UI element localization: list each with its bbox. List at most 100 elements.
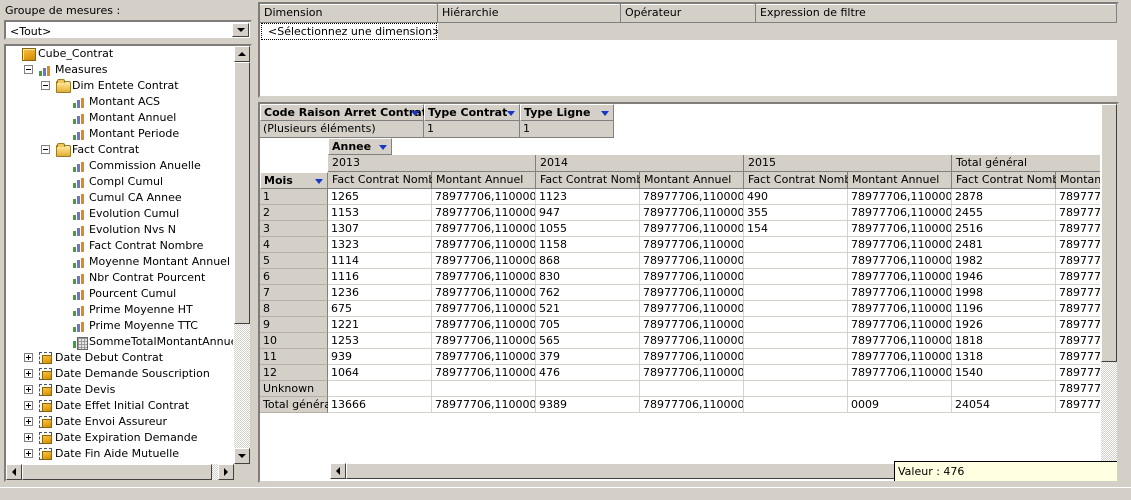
data-cell[interactable]: 78977706,1100	[1056, 365, 1100, 381]
data-cell[interactable]: 2481	[952, 237, 1056, 253]
data-cell[interactable]: 1153	[328, 205, 432, 221]
data-cell[interactable]: 78977706,1100009	[432, 397, 536, 413]
filter-column-header-dimension[interactable]: Dimension	[260, 4, 438, 23]
tree-item[interactable]: Montant ACS	[6, 94, 233, 110]
pivot-vertical-scrollbar[interactable]	[1101, 104, 1117, 481]
tree-item[interactable]: Pourcent Cumul	[6, 286, 233, 302]
chevron-down-icon[interactable]	[601, 111, 609, 116]
data-cell[interactable]: 78977706,1100	[1056, 333, 1100, 349]
data-cell[interactable]: 78977706,1100009	[640, 349, 744, 365]
tree-item[interactable]: Dim Entete Contrat	[6, 78, 233, 94]
data-cell[interactable]: 78977706,1100	[1056, 205, 1100, 221]
tree-horizontal-scrollbar[interactable]	[6, 464, 234, 480]
tree-item[interactable]: Evolution Cumul	[6, 206, 233, 222]
data-cell[interactable]: 1323	[328, 237, 432, 253]
data-cell[interactable]: 78977706,1100	[1056, 189, 1100, 205]
data-cell[interactable]: 1123	[536, 189, 640, 205]
row-header[interactable]: Total général	[260, 397, 334, 413]
data-cell[interactable]: 1116	[328, 269, 432, 285]
data-cell[interactable]	[744, 301, 848, 317]
data-cell[interactable]: 78977706,1100009	[848, 237, 952, 253]
tree-hscroll-thumb[interactable]	[22, 464, 212, 480]
data-cell[interactable]	[744, 397, 848, 413]
data-cell[interactable]: 1055	[536, 221, 640, 237]
data-cell[interactable]: 78977706,1100009	[848, 285, 952, 301]
data-cell[interactable]	[744, 349, 848, 365]
data-cell[interactable]: 490	[744, 189, 848, 205]
row-header[interactable]: 4	[260, 237, 328, 253]
pivot-vscroll-thumb[interactable]	[1101, 104, 1117, 362]
data-cell[interactable]: 78977706,1100	[1056, 349, 1100, 365]
scroll-right-button[interactable]	[218, 464, 234, 480]
page-field-1[interactable]: Code Raison Arret Contrat	[260, 104, 427, 121]
data-cell[interactable]: 13666	[328, 397, 432, 413]
data-cell[interactable]	[744, 365, 848, 381]
tree-item[interactable]: Fact Contrat Nombre	[6, 238, 233, 254]
scroll-up-button[interactable]	[234, 46, 250, 62]
row-header[interactable]: 11	[260, 349, 328, 365]
page-field-value-3[interactable]: 1	[520, 121, 614, 138]
filter-column-header-expression[interactable]: Expression de filtre	[756, 4, 1117, 23]
data-cell[interactable]: 1196	[952, 301, 1056, 317]
expand-icon[interactable]	[24, 385, 33, 394]
data-cell[interactable]: 78977706,1100009	[640, 365, 744, 381]
data-cell[interactable]: 2878	[952, 189, 1056, 205]
data-cell[interactable]: 78977706,1100009	[640, 285, 744, 301]
tree-item[interactable]: Montant Periode	[6, 126, 233, 142]
tree-item[interactable]: Date Devis	[6, 382, 233, 398]
data-cell[interactable]: 675	[328, 301, 432, 317]
data-cell[interactable]: 2455	[952, 205, 1056, 221]
tree-item[interactable]: Nbr Contrat Pourcent	[6, 270, 233, 286]
data-cell[interactable]: 78977706,1100009	[848, 205, 952, 221]
data-cell[interactable]: 1926	[952, 317, 1056, 333]
tree-vertical-scrollbar[interactable]	[234, 46, 250, 464]
row-header[interactable]: 8	[260, 301, 328, 317]
tree-item[interactable]: Date Demande Souscription	[6, 366, 233, 382]
tree-item[interactable]: Prime Moyenne TTC	[6, 318, 233, 334]
tree-item[interactable]: SommeTotalMontantAnnuelTes1	[6, 334, 233, 350]
data-cell[interactable]: 78977706,1100009	[432, 237, 536, 253]
data-cell[interactable]: 78977706,1100	[1056, 237, 1100, 253]
row-header[interactable]: 5	[260, 253, 328, 269]
tree-item[interactable]: Cube_Contrat	[6, 46, 233, 62]
data-cell[interactable]	[744, 269, 848, 285]
tree-vscroll-thumb[interactable]	[234, 62, 250, 324]
data-cell[interactable]	[744, 381, 848, 397]
data-cell[interactable]: 78977706,1100009	[640, 189, 744, 205]
measure-header[interactable]: Fact Contrat Nombre	[744, 172, 862, 189]
tree-item[interactable]: Cumul CA Annee	[6, 190, 233, 206]
row-header[interactable]: 6	[260, 269, 328, 285]
expand-icon[interactable]	[24, 353, 33, 362]
collapse-icon[interactable]	[41, 81, 50, 90]
data-cell[interactable]: 78977706,1100009	[432, 317, 536, 333]
data-cell[interactable]: 1064	[328, 365, 432, 381]
page-field-value-2[interactable]: 1	[424, 121, 520, 138]
data-cell[interactable]	[952, 381, 1056, 397]
data-cell[interactable]: 78977706,1100009	[848, 317, 952, 333]
data-cell[interactable]: 1221	[328, 317, 432, 333]
column-group-header[interactable]: 2015	[744, 155, 952, 172]
measure-header[interactable]: Fact Contrat Nombre	[536, 172, 654, 189]
data-cell[interactable]: 476	[536, 365, 640, 381]
chevron-down-icon[interactable]	[232, 23, 249, 37]
data-cell[interactable]: 78977706,1100	[1056, 381, 1100, 397]
data-cell[interactable]: 78977706,1100009	[432, 189, 536, 205]
data-cell[interactable]: 355	[744, 205, 848, 221]
data-cell[interactable]	[848, 381, 952, 397]
data-cell[interactable]: 78977706,1100	[1056, 253, 1100, 269]
data-cell[interactable]: 947	[536, 205, 640, 221]
tree-item[interactable]: Commission Anuelle	[6, 158, 233, 174]
data-cell[interactable]: 379	[536, 349, 640, 365]
data-cell[interactable]: 154	[744, 221, 848, 237]
data-cell[interactable]: 78977706,1100009	[640, 317, 744, 333]
tree-item[interactable]: Compl Cumul	[6, 174, 233, 190]
tree-item[interactable]: Date Fin Aide Mutuelle	[6, 446, 233, 462]
data-cell[interactable]	[744, 237, 848, 253]
column-group-header[interactable]: Total général	[952, 155, 1100, 172]
measure-header[interactable]: Montant Annuel	[1056, 172, 1100, 189]
data-cell[interactable]: 78977706,1100	[1056, 317, 1100, 333]
tree-item[interactable]: Date Debut Contrat	[6, 350, 233, 366]
data-cell[interactable]: 762	[536, 285, 640, 301]
measure-header[interactable]: Montant Annuel	[640, 172, 744, 189]
data-cell[interactable]: 78977706,1100009	[848, 365, 952, 381]
